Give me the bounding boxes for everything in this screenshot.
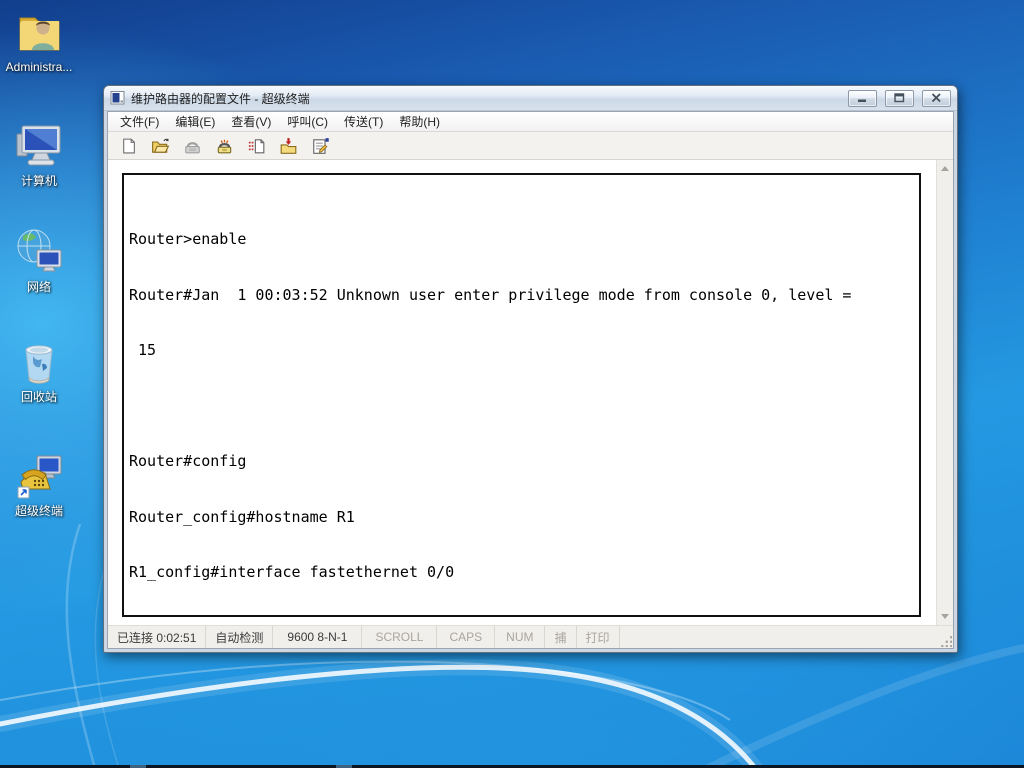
desktop-icon-recycle-bin[interactable]: 回收站	[1, 336, 77, 404]
status-caps: CAPS	[437, 626, 496, 648]
hyperterminal-icon	[17, 455, 62, 499]
computer-icon	[16, 125, 61, 166]
resize-grip[interactable]	[939, 634, 952, 647]
desktop-icon-label: 计算机	[20, 174, 57, 188]
status-print: 打印	[577, 626, 620, 648]
user-folder-icon	[19, 17, 60, 51]
minimize-button[interactable]	[848, 89, 877, 107]
menu-edit[interactable]: 编辑(E)	[167, 110, 223, 133]
receive-button[interactable]	[277, 135, 299, 157]
menu-bar: 文件(F) 编辑(E) 查看(V) 呼叫(C) 传送(T) 帮助(H)	[108, 112, 953, 132]
desktop-icon-computer[interactable]: 计算机	[1, 120, 77, 188]
desktop-icon-administrator[interactable]: Administra...	[1, 6, 77, 74]
window-title: 维护路由器的配置文件 - 超级终端	[131, 91, 310, 106]
menu-help[interactable]: 帮助(H)	[391, 110, 448, 133]
desktop-icon-network[interactable]: 网络	[1, 226, 77, 294]
scrollbar-up-button[interactable]	[937, 160, 953, 177]
new-file-icon	[122, 138, 135, 153]
scroll-up-icon	[941, 166, 949, 171]
properties-button[interactable]	[309, 135, 331, 157]
receive-icon	[280, 137, 296, 154]
terminal-line: 15	[129, 341, 157, 359]
status-baud: 9600 8-N-1	[273, 626, 363, 648]
menu-view[interactable]: 查看(V)	[223, 110, 279, 133]
desktop-icon-label: 网络	[26, 280, 51, 294]
window-body: 文件(F) 编辑(E) 查看(V) 呼叫(C) 传送(T) 帮助(H) Rout…	[107, 111, 954, 649]
desktop-icon-hyperterminal[interactable]: 超级终端	[1, 450, 77, 518]
hangup-button[interactable]	[213, 135, 235, 157]
properties-icon	[312, 137, 329, 154]
send-icon	[248, 138, 264, 153]
recycle-bin-icon	[25, 345, 53, 384]
close-button[interactable]	[922, 89, 951, 107]
open-folder-icon	[151, 138, 169, 153]
hangup-icon	[217, 139, 231, 153]
terminal-text: Router>enable Router#Jan 1 00:03:52 Unkn…	[124, 175, 919, 615]
status-detect: 自动检测	[206, 626, 274, 648]
status-num: NUM	[495, 626, 546, 648]
status-bar: 已连接 0:02:51 自动检测 9600 8-N-1 SCROLL CAPS …	[108, 625, 953, 648]
terminal-line: Router>enable	[129, 230, 247, 248]
status-capture: 捕	[545, 626, 577, 648]
terminal-line: Router#Jan 1 00:03:52 Unknown user enter…	[129, 285, 852, 304]
maximize-button[interactable]	[885, 89, 914, 107]
scrollbar-down-button[interactable]	[937, 608, 953, 625]
desktop-icon-label: 回收站	[20, 390, 57, 404]
open-folder-button[interactable]	[149, 135, 171, 157]
menu-call[interactable]: 呼叫(C)	[279, 110, 336, 133]
terminal-line: Router_config#hostname R1	[129, 507, 355, 526]
send-button[interactable]	[245, 135, 267, 157]
scroll-down-icon	[941, 614, 949, 619]
terminal-screen[interactable]: Router>enable Router#Jan 1 00:03:52 Unkn…	[122, 173, 921, 617]
status-scroll: SCROLL	[362, 626, 438, 648]
window-titlebar[interactable]: 维护路由器的配置文件 - 超级终端	[104, 86, 957, 111]
desktop-icon-label: Administra...	[5, 60, 73, 74]
terminal-line: R1_config#interface fastethernet 0/0	[129, 563, 455, 581]
maximize-icon	[894, 93, 905, 103]
minimize-icon	[858, 99, 866, 102]
menu-file[interactable]: 文件(F)	[112, 110, 167, 133]
new-file-button[interactable]	[117, 135, 139, 157]
vertical-scrollbar[interactable]	[936, 160, 953, 625]
window-title-icon	[110, 91, 125, 105]
hyperterminal-window: 维护路由器的配置文件 - 超级终端 文件(F) 编辑(E) 查看(V) 呼叫(C…	[103, 85, 958, 653]
call-button	[181, 135, 203, 157]
menu-transfer[interactable]: 传送(T)	[336, 110, 391, 133]
desktop-icon-label: 超级终端	[14, 504, 63, 518]
network-globe-icon	[17, 229, 62, 272]
tool-bar	[108, 132, 953, 160]
status-connection: 已连接 0:02:51	[108, 626, 207, 648]
close-icon	[931, 93, 941, 103]
call-icon	[184, 141, 200, 153]
terminal-client-area: Router>enable Router#Jan 1 00:03:52 Unkn…	[108, 160, 953, 625]
terminal-line: Router#config	[129, 452, 247, 470]
